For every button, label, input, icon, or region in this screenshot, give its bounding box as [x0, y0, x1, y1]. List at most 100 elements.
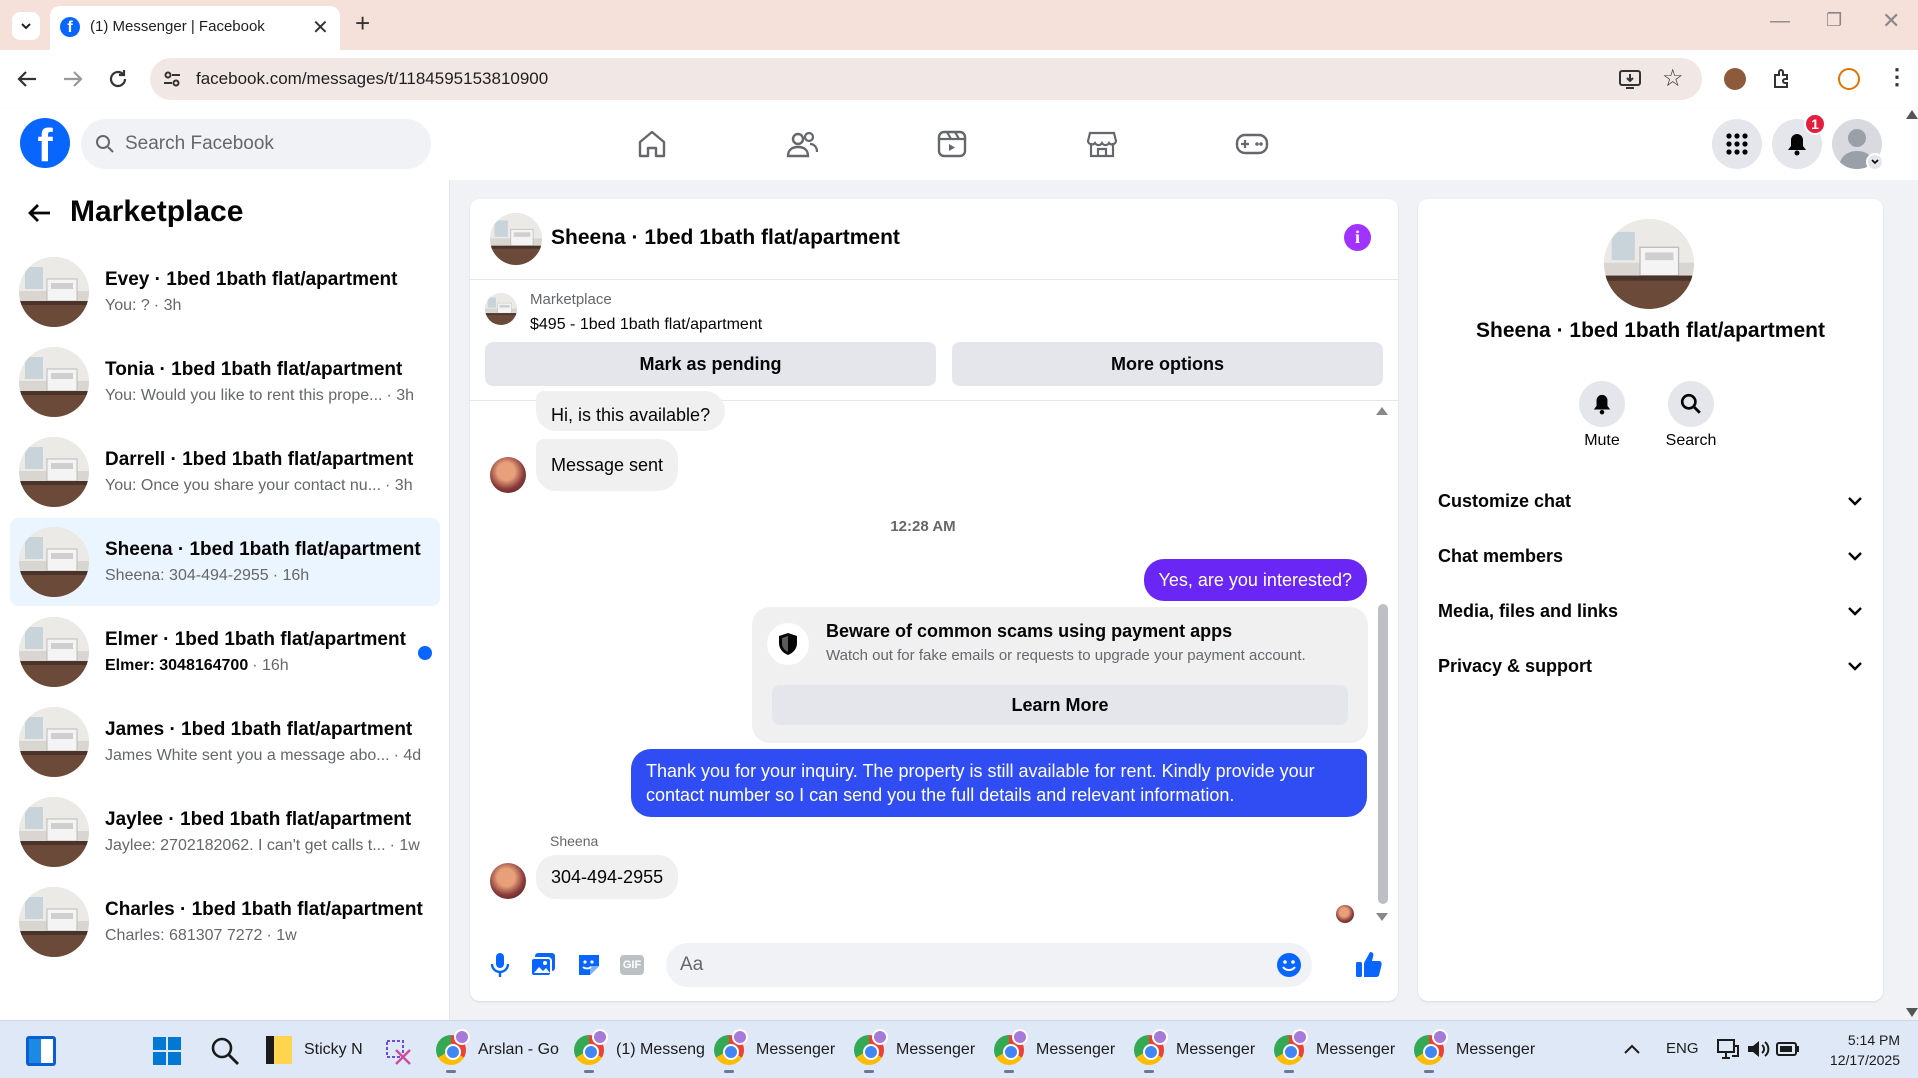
conversation-item[interactable]: James · 1bed 1bath flat/apartment James W… [10, 698, 440, 786]
taskbar-chrome-window[interactable]: Messenger [1414, 1029, 1535, 1068]
tab-title: (1) Messenger | Facebook [90, 18, 265, 35]
microphone-icon[interactable] [490, 952, 510, 978]
message-bubble-incoming[interactable]: 304-494-2955 [536, 855, 679, 899]
listing-thumbnail[interactable] [485, 293, 517, 325]
widgets-icon[interactable] [26, 1036, 56, 1066]
more-options-button[interactable]: More options [952, 342, 1383, 386]
conversation-preview-row: James White sent you a message abo... · 4… [105, 747, 425, 765]
show-hidden-icons-chevron[interactable] [1622, 1042, 1642, 1056]
url-text[interactable]: facebook.com/messages/t/1184595153810900 [196, 69, 548, 89]
system-clock[interactable]: 5:14 PM 12/17/2025 [1810, 1030, 1900, 1070]
taskbar-sticky-notes[interactable]: Sticky N [266, 1032, 363, 1068]
info-section-1[interactable]: Chat members [1438, 536, 1863, 576]
menu-kebab-icon[interactable]: ⋮ [1886, 64, 1908, 90]
conversation-item[interactable]: Elmer · 1bed 1bath flat/apartment Elmer: … [10, 608, 440, 696]
conversation-time: · 1w [266, 927, 297, 944]
taskbar-chrome-window[interactable]: Arslan - Go [436, 1029, 559, 1068]
install-app-icon[interactable] [1618, 68, 1642, 90]
language-indicator[interactable]: ENG [1666, 1040, 1699, 1057]
nav-home[interactable] [582, 114, 722, 174]
back-arrow-icon[interactable] [26, 201, 52, 225]
windows-start-icon[interactable] [152, 1036, 182, 1066]
scroll-down-arrow[interactable] [1376, 913, 1388, 921]
info-avatar[interactable] [1604, 219, 1694, 309]
nav-marketplace[interactable] [1032, 114, 1172, 174]
snipping-tool-icon[interactable] [384, 1038, 412, 1066]
scroll-up-arrow[interactable] [1376, 407, 1388, 415]
profile-icon[interactable] [1838, 68, 1860, 90]
menu-grid-button[interactable] [1712, 119, 1762, 169]
conversation-item[interactable]: Tonia · 1bed 1bath flat/apartment You: Wo… [10, 338, 440, 426]
info-section-0[interactable]: Customize chat [1438, 481, 1863, 521]
learn-more-button[interactable]: Learn More [772, 685, 1348, 725]
nav-gaming[interactable] [1182, 114, 1322, 174]
display-network-icon[interactable] [1716, 1038, 1740, 1060]
taskbar-chrome-window[interactable]: (1) Messeng [574, 1029, 705, 1068]
conversation-item[interactable]: Jaylee · 1bed 1bath flat/apartment Jaylee… [10, 788, 440, 876]
taskbar-chrome-window[interactable]: Messenger [714, 1029, 835, 1068]
emoji-icon[interactable] [1276, 952, 1302, 978]
conversation-item[interactable]: Darrell · 1bed 1bath flat/apartment You: … [10, 428, 440, 516]
search-facebook-input[interactable]: Search Facebook [81, 119, 431, 169]
conversation-item[interactable]: Evey · 1bed 1bath flat/apartment You: ? · … [10, 248, 440, 336]
thumbs-up-icon[interactable] [1355, 950, 1383, 978]
bookmark-star-icon[interactable]: ☆ [1662, 64, 1684, 93]
new-tab-button[interactable]: + [355, 8, 370, 39]
taskbar-chrome-window[interactable]: Messenger [994, 1029, 1115, 1068]
search-icon [96, 135, 114, 153]
sticker-icon[interactable] [576, 952, 602, 978]
listing-photo [19, 527, 89, 597]
facebook-logo[interactable]: f [20, 118, 70, 168]
taskbar-chrome-window[interactable]: Messenger [1134, 1029, 1255, 1068]
close-window-button[interactable]: ✕ [1882, 8, 1900, 34]
conversation-info-icon[interactable]: i [1344, 224, 1371, 251]
message-bubble-outgoing[interactable]: Thank you for your inquiry. The property… [631, 749, 1367, 817]
maximize-button[interactable]: ❐ [1826, 10, 1842, 31]
gif-icon[interactable]: GIF [620, 955, 644, 975]
message-bubble-incoming[interactable]: Hi, is this available? [536, 391, 726, 431]
chat-header-avatar[interactable] [490, 213, 542, 265]
extensions-puzzle-icon[interactable] [1770, 67, 1794, 91]
info-section-3[interactable]: Privacy & support [1438, 646, 1863, 686]
minimize-button[interactable]: — [1770, 10, 1790, 33]
page-scroll-down-icon[interactable] [1906, 1008, 1918, 1017]
chat-scrollbar-thumb[interactable] [1378, 604, 1388, 904]
mute-button[interactable] [1579, 381, 1625, 427]
taskbar-search-icon[interactable] [210, 1036, 240, 1066]
message-bubble-outgoing[interactable]: Yes, are you interested? [1143, 559, 1367, 601]
listing-photo [19, 617, 89, 687]
photo-attach-icon[interactable] [530, 952, 556, 978]
search-in-conversation-button[interactable] [1668, 381, 1714, 427]
chrome-icon [714, 1029, 748, 1065]
battery-icon[interactable] [1776, 1040, 1800, 1058]
forward-arrow-icon[interactable] [60, 67, 86, 91]
message-bubble-incoming[interactable]: Message sent [536, 439, 679, 491]
conversation-item[interactable]: Sheena · 1bed 1bath flat/apartment Sheena… [10, 518, 440, 606]
cookie-extension-icon[interactable] [1724, 68, 1746, 90]
conversation-item[interactable]: Charles · 1bed 1bath flat/apartment Charl… [10, 878, 440, 966]
conversation-time: · 16h [252, 657, 289, 674]
volume-icon[interactable] [1746, 1038, 1770, 1060]
sender-avatar[interactable] [490, 863, 526, 899]
search-icon [1680, 393, 1701, 414]
sender-avatar[interactable] [490, 457, 526, 493]
back-arrow-icon[interactable] [14, 67, 40, 91]
nav-friends[interactable] [732, 114, 872, 174]
tab-search-button[interactable] [12, 12, 40, 40]
nav-watch[interactable] [882, 114, 1022, 174]
listing-title[interactable]: $495 - 1bed 1bath flat/apartment [530, 316, 762, 334]
account-chevron-icon[interactable] [1866, 153, 1884, 171]
chat-title[interactable]: Sheena · 1bed 1bath flat/apartment [551, 226, 900, 250]
info-section-2[interactable]: Media, files and links [1438, 591, 1863, 631]
taskbar-chrome-window[interactable]: Messenger [1274, 1029, 1395, 1068]
site-info-icon[interactable] [162, 69, 182, 89]
close-tab-icon[interactable]: ✕ [312, 15, 329, 40]
message-input[interactable]: Aa [666, 943, 1312, 987]
omnibox[interactable]: facebook.com/messages/t/1184595153810900… [150, 58, 1702, 100]
mark-as-pending-button[interactable]: Mark as pending [485, 342, 936, 386]
browser-tab[interactable]: f (1) Messenger | Facebook ✕ [50, 6, 340, 50]
taskbar-chrome-window[interactable]: Messenger [854, 1029, 975, 1068]
reload-icon[interactable] [106, 67, 130, 91]
page-scroll-up-icon[interactable] [1906, 110, 1918, 119]
conversation-text: Jaylee · 1bed 1bath flat/apartment Jaylee… [105, 809, 425, 855]
